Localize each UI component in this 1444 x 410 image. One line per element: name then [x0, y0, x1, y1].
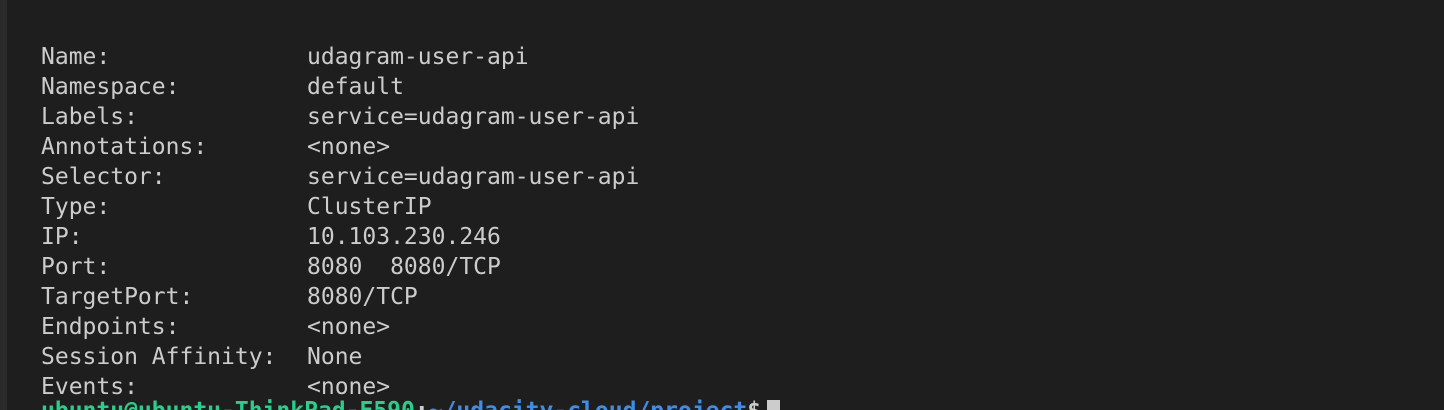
field-value: service=udagram-user-api	[307, 164, 640, 190]
prompt-user-host: ubuntu@ubuntu-ThinkPad-E590	[41, 398, 415, 410]
output-row-session-affinity: Session Affinity: None	[41, 342, 639, 372]
shell-prompt[interactable]: ubuntu@ubuntu-ThinkPad-E590:~/udacity-cl…	[41, 396, 781, 410]
field-value: None	[307, 344, 363, 370]
field-key: Annotations:	[41, 134, 208, 160]
field-key: Type:	[41, 194, 111, 220]
output-row-ip: IP: 10.103.230.246	[41, 222, 639, 252]
field-value: <none>	[307, 134, 391, 160]
field-key: IP:	[41, 224, 83, 250]
output-row-type: Type: ClusterIP	[41, 192, 639, 222]
prompt-symbol: $	[747, 398, 761, 410]
terminal-left-border	[0, 0, 7, 410]
prompt-path: ~/udacity-cloud/project	[429, 398, 748, 410]
output-row-target-port: TargetPort: 8080/TCP	[41, 282, 639, 312]
field-key: TargetPort:	[41, 284, 194, 310]
field-value: service=udagram-user-api	[307, 104, 640, 130]
field-value: ClusterIP	[307, 194, 432, 220]
output-row-selector: Selector: service=udagram-user-api	[41, 162, 639, 192]
output-row-namespace: Namespace: default	[41, 72, 639, 102]
output-row-annotations: Annotations: <none>	[41, 132, 639, 162]
field-key: Name:	[41, 44, 111, 70]
terminal-output: Name: udagram-user-api Namespace: default …	[41, 42, 639, 402]
field-value: 10.103.230.246	[307, 224, 501, 250]
field-key: Namespace:	[41, 74, 180, 100]
text-cursor	[767, 399, 781, 410]
field-key: Labels:	[41, 104, 138, 130]
field-key: Port:	[41, 254, 111, 280]
field-key: Session Affinity:	[41, 344, 277, 370]
field-value: 8080 8080/TCP	[307, 254, 501, 280]
output-row-name: Name: udagram-user-api	[41, 42, 639, 72]
field-key: Selector:	[41, 164, 166, 190]
field-value: <none>	[307, 314, 391, 340]
output-row-port: Port: 8080 8080/TCP	[41, 252, 639, 282]
field-value: udagram-user-api	[307, 44, 529, 70]
terminal-window[interactable]: Name: udagram-user-api Namespace: default …	[0, 0, 1444, 410]
output-row-endpoints: Endpoints: <none>	[41, 312, 639, 342]
field-value: default	[307, 74, 404, 100]
output-row-labels: Labels: service=udagram-user-api	[41, 102, 639, 132]
field-value: 8080/TCP	[307, 284, 418, 310]
field-key: Endpoints:	[41, 314, 180, 340]
prompt-separator: :	[415, 398, 429, 410]
